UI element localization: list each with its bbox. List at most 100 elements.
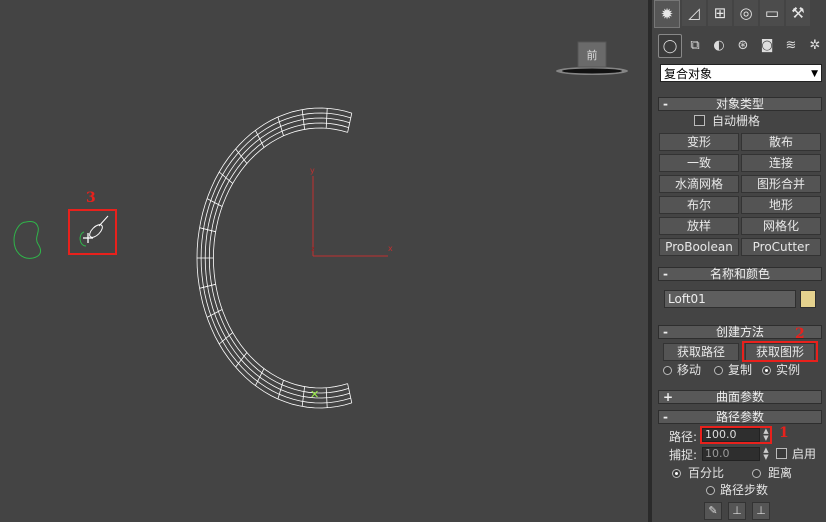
autogrid-label: 自动栅格 [712,114,761,128]
rollout-title: 路径参数 [715,410,764,424]
rollout-title: 创建方法 [715,325,764,339]
loft-longitudinal-edge [212,127,348,389]
subtab-systems[interactable]: ✲ [804,34,826,56]
subtab-lights[interactable]: ◐ [708,34,730,56]
rollout-object-type[interactable]: - 对象类型 [658,97,822,111]
hammer-icon: ⚒ [791,4,805,22]
create-category-tabs: ◯ ⧉ ◐ ⊛ ◙ ≋ ✲ [658,34,826,58]
rollout-surface-params[interactable]: + 曲面参数 [658,390,822,404]
snap-label: 捕捉: [669,448,698,462]
rollout-title: 曲面参数 [715,390,764,404]
autogrid-checkbox[interactable] [694,115,705,126]
loft-longitudinal-edge [200,112,351,404]
snap-value-input[interactable]: 10.0 [702,447,760,461]
object-button-connect[interactable]: 连接 [741,154,821,172]
category-dropdown[interactable]: 复合对象 ▼ [660,64,822,82]
tab-create[interactable]: ✹ [654,0,680,28]
move-label: 移动 [677,363,702,377]
annotation-marker-1: 1 [779,425,789,441]
rollout-name-color[interactable]: - 名称和颜色 [658,267,822,281]
path-end-marker: ✕ [310,388,319,401]
subtab-helpers[interactable]: ◙ [756,34,778,56]
next-shape-icon[interactable]: ⊥ [752,502,770,520]
tab-modify[interactable]: ◿ [682,0,706,26]
annotation-box-1 [700,426,772,444]
command-panel-tabs: ✹ ◿ ⊞ ◎ ▭ ⚒ [654,0,826,28]
get-path-button[interactable]: 获取路径 [663,343,739,361]
object-button-proboolean[interactable]: ProBoolean [659,238,739,256]
loft-longitudinal-edge [196,107,352,409]
collapse-icon: - [663,267,668,281]
tab-display[interactable]: ▭ [760,0,784,26]
percentage-radio[interactable] [672,469,681,478]
hierarchy-icon: ⊞ [713,4,727,22]
curve-edit-icon: ◿ [688,4,700,22]
object-button-shapemerge[interactable]: 图形合并 [741,175,821,193]
distance-label: 距离 [768,466,793,480]
subtab-shapes[interactable]: ⧉ [684,34,706,56]
loft-mesh-wireframe[interactable] [196,107,353,409]
object-color-swatch[interactable] [800,290,816,308]
viewport-scene: 前 ✕ y x z [13,41,628,409]
subtab-spacewarps[interactable]: ≋ [780,34,802,56]
subtab-geometry[interactable]: ◯ [658,34,682,58]
loft-cross-section-edge [325,108,328,129]
pick-shape-icon[interactable]: ✎ [704,502,722,520]
copy-radio[interactable] [714,366,723,375]
annotation-box-2 [742,341,818,362]
object-button-procutter[interactable]: ProCutter [741,238,821,256]
path-steps-label: 路径步数 [720,483,769,497]
instance-radio[interactable] [762,366,771,375]
category-dropdown-value: 复合对象 [664,67,713,81]
percentage-label: 百分比 [688,466,725,480]
tab-utilities[interactable]: ⚒ [786,0,810,26]
copy-label: 复制 [728,363,753,377]
viewcube[interactable]: 前 [556,41,628,75]
rollout-path-params[interactable]: - 路径参数 [658,410,822,424]
annotation-box-3 [68,209,117,255]
expand-icon: + [663,390,674,404]
collapse-icon: - [663,410,668,424]
rollout-title: 对象类型 [715,97,764,111]
lights-icon: ◐ [713,37,725,53]
object-name-field[interactable]: Loft01 [664,290,796,308]
snap-enable-label: 启用 [792,447,817,461]
tab-hierarchy[interactable]: ⊞ [708,0,732,26]
loft-cross-section-edge [325,387,328,408]
object-button-blobmesh[interactable]: 水滴网格 [659,175,739,193]
object-button-morph[interactable]: 变形 [659,133,739,151]
object-button-scatter[interactable]: 散布 [741,133,821,151]
cameras-icon: ⊛ [737,37,749,53]
rollout-title: 名称和颜色 [709,267,770,281]
object-button-loft[interactable]: 放样 [659,217,739,235]
collapse-icon: - [663,325,668,339]
object-button-boolean[interactable]: 布尔 [659,196,739,214]
snap-enable-checkbox[interactable] [776,448,787,459]
annotation-marker-3: 3 [86,190,96,206]
path-steps-radio[interactable] [706,486,715,495]
object-button-conform[interactable]: 一致 [659,154,739,172]
object-button-terrain[interactable]: 地形 [741,196,821,214]
viewcube-label: 前 [587,48,598,62]
tab-motion[interactable]: ◎ [734,0,758,26]
snap-spinner-arrows[interactable]: ▲ ▼ [761,447,771,461]
path-label: 路径: [669,430,698,444]
shapes-icon: ⧉ [690,37,700,53]
path-toolbar: ✎ ⊥ ⊥ [704,502,776,520]
prev-shape-icon[interactable]: ⊥ [728,502,746,520]
move-radio[interactable] [663,366,672,375]
axis-tripod: y x z [310,166,393,257]
command-panel: ✹ ◿ ⊞ ◎ ▭ ⚒ ◯ ⧉ ◐ ⊛ ◙ ≋ ✲ 复合对象 ▼ - 对象类型 … [652,0,826,522]
profile-shape[interactable] [13,221,42,259]
collapse-icon: - [663,97,668,111]
helpers-icon: ◙ [760,37,774,53]
motion-icon: ◎ [739,4,753,22]
perspective-viewport[interactable]: 前 ✕ y x z 3 [0,0,648,522]
object-button-mesher[interactable]: 网格化 [741,217,821,235]
sun-gear-icon: ✹ [660,5,674,23]
distance-radio[interactable] [752,469,761,478]
axis-y-label: y [310,166,315,175]
subtab-cameras[interactable]: ⊛ [732,34,754,56]
axis-z-label: z [311,245,315,253]
chevron-down-icon: ▼ [811,69,818,79]
